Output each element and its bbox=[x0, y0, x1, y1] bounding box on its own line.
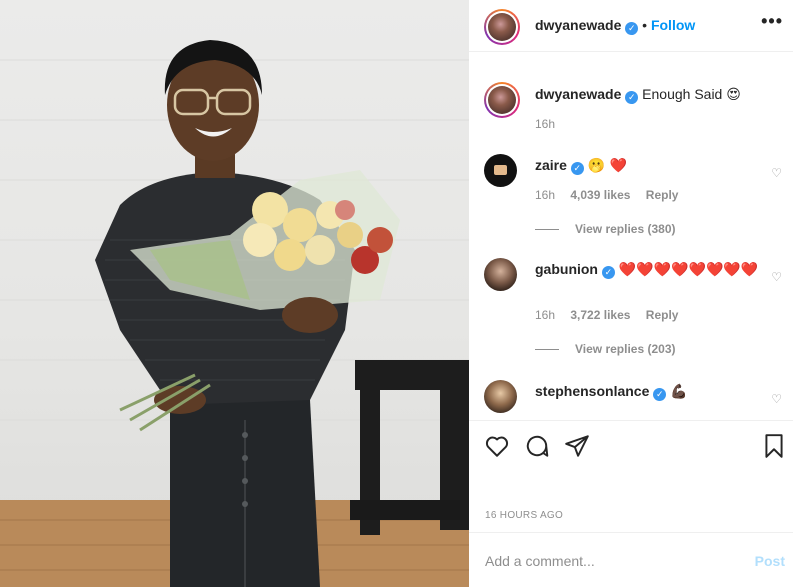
follow-button[interactable]: Follow bbox=[651, 17, 695, 33]
comment-time: 16h bbox=[535, 188, 556, 202]
avatar-image bbox=[488, 86, 516, 114]
verified-icon: ✓ bbox=[625, 91, 639, 104]
replies-line bbox=[535, 229, 559, 231]
comment-username[interactable]: zaire bbox=[535, 157, 567, 173]
post-photo[interactable] bbox=[0, 0, 469, 587]
author-username[interactable]: dwyanewade bbox=[535, 17, 621, 33]
view-replies-button[interactable]: View replies (380) bbox=[535, 222, 676, 236]
caption-username[interactable]: dwyanewade bbox=[535, 86, 621, 102]
view-replies-label: View replies (203) bbox=[575, 342, 676, 356]
photo-illustration bbox=[0, 40, 469, 587]
comment-body: ❤️❤️❤️❤️❤️❤️❤️❤️ bbox=[618, 262, 759, 278]
post-comment-button[interactable]: Post bbox=[755, 553, 785, 569]
comment-input[interactable]: Add a comment... bbox=[485, 553, 595, 569]
post-actions-bar bbox=[469, 420, 793, 469]
comment-text: stephensonlance ✓ 💪🏿 bbox=[535, 382, 765, 401]
comment-meta: 16h 4,039 likes Reply bbox=[535, 188, 690, 202]
like-heart-icon[interactable] bbox=[484, 433, 510, 459]
replies-line bbox=[535, 349, 559, 351]
avatar-image bbox=[488, 13, 516, 41]
comment-bubble-icon[interactable] bbox=[524, 433, 550, 459]
comment-row: gabunion ✓ ❤️❤️❤️❤️❤️❤️❤️❤️ ♡ 16h 3,722 … bbox=[484, 258, 784, 358]
verified-icon: ✓ bbox=[601, 266, 615, 279]
comment-username[interactable]: stephensonlance bbox=[535, 383, 649, 399]
post-side-panel: dwyanewade ✓ • Follow ••• dwyanewade ✓ E… bbox=[469, 0, 793, 587]
comment-meta: 16h 3,722 likes Reply bbox=[535, 308, 690, 322]
separator-dot: • bbox=[642, 17, 648, 33]
more-options-icon[interactable]: ••• bbox=[761, 12, 783, 30]
comment-body: 💪🏿 bbox=[670, 383, 688, 399]
share-paper-plane-icon[interactable] bbox=[564, 433, 590, 459]
commenter-avatar[interactable] bbox=[484, 258, 517, 291]
like-comment-heart-icon[interactable]: ♡ bbox=[771, 270, 782, 284]
add-comment-bar: Add a comment... Post bbox=[469, 532, 793, 588]
view-replies-button[interactable]: View replies (203) bbox=[535, 342, 676, 356]
save-bookmark-icon[interactable] bbox=[761, 433, 787, 459]
comments-list[interactable]: dwyanewade ✓ Enough Said 😍 16h zaire ✓ 🫢… bbox=[469, 52, 793, 420]
post-header: dwyanewade ✓ • Follow ••• bbox=[469, 0, 793, 52]
commenter-avatar[interactable] bbox=[484, 154, 517, 187]
reply-button[interactable]: Reply bbox=[646, 308, 679, 322]
view-replies-label: View replies (380) bbox=[575, 222, 676, 236]
caption-body: Enough Said 😍 bbox=[642, 86, 741, 102]
comment-text: zaire ✓ 🫢 ❤️ bbox=[535, 156, 765, 175]
comment-likes[interactable]: 3,722 likes bbox=[570, 308, 630, 322]
caption-time: 16h bbox=[535, 117, 556, 131]
caption-text: dwyanewade ✓ Enough Said 😍 bbox=[535, 85, 765, 104]
verified-icon: ✓ bbox=[625, 22, 639, 35]
comment-body: 🫢 ❤️ bbox=[587, 158, 628, 174]
commenter-avatar[interactable] bbox=[484, 380, 517, 413]
comment-row: stephensonlance ✓ 💪🏿 ♡ bbox=[484, 380, 784, 420]
post-timestamp: 16 HOURS AGO bbox=[485, 510, 564, 521]
author-avatar[interactable] bbox=[484, 9, 520, 45]
verified-icon: ✓ bbox=[570, 162, 584, 175]
comment-text: gabunion ✓ ❤️❤️❤️❤️❤️❤️❤️❤️ bbox=[535, 260, 765, 279]
like-comment-heart-icon[interactable]: ♡ bbox=[771, 392, 782, 406]
verified-icon: ✓ bbox=[653, 388, 667, 401]
like-comment-heart-icon[interactable]: ♡ bbox=[771, 166, 782, 180]
instagram-post-view: dwyanewade ✓ • Follow ••• dwyanewade ✓ E… bbox=[0, 0, 793, 587]
comment-likes[interactable]: 4,039 likes bbox=[570, 188, 630, 202]
header-user-line: dwyanewade ✓ • Follow bbox=[535, 17, 695, 35]
comment-row: zaire ✓ 🫢 ❤️ ♡ 16h 4,039 likes Reply Vie… bbox=[484, 154, 784, 239]
reply-button[interactable]: Reply bbox=[646, 188, 679, 202]
comment-username[interactable]: gabunion bbox=[535, 261, 598, 277]
caption-avatar[interactable] bbox=[484, 82, 520, 118]
caption-row: dwyanewade ✓ Enough Said 😍 16h bbox=[484, 82, 784, 142]
comment-time: 16h bbox=[535, 308, 556, 322]
avatar-image bbox=[494, 165, 507, 175]
